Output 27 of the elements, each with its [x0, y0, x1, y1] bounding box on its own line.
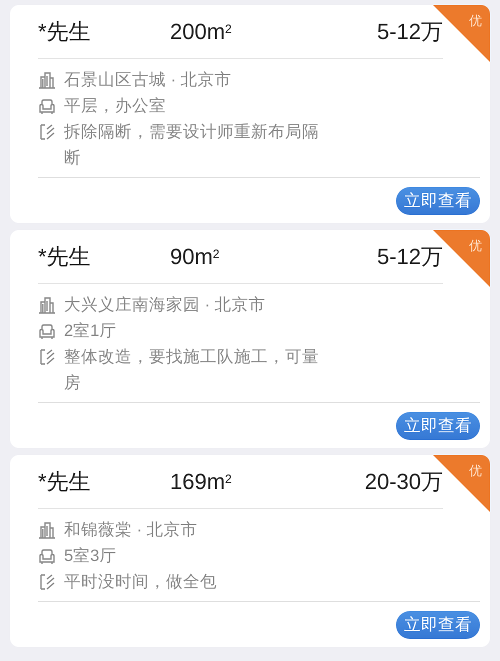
area-text: 200m$^{2}$ [170, 18, 233, 46]
sofa-icon [38, 97, 56, 115]
sofa-icon [38, 547, 56, 565]
location-text: 和锦薇棠 · 北京市 [64, 520, 198, 541]
location-text: 大兴义庄南海家园 · 北京市 [64, 295, 266, 316]
layout-text: 2室1厅 [64, 321, 116, 342]
sofa-icon [38, 322, 56, 340]
building-icon [38, 71, 56, 89]
note-icon [38, 573, 56, 591]
view-button[interactable]: 立即查看 [396, 412, 480, 440]
note-text: 拆除隔断，需要设计师重新布局隔断 [64, 122, 320, 169]
layout-text: 平层，办公室 [64, 96, 166, 117]
note-text: 平时没时间，做全包 [64, 572, 217, 593]
customer-name: *先生 [38, 468, 92, 496]
note-text: 整体改造，要找施工队施工，可量房 [64, 347, 320, 394]
area-text: 90m$^{2}$ [170, 243, 221, 271]
note-icon [38, 348, 56, 366]
building-icon [38, 521, 56, 539]
layout-text: 5室3厅 [64, 546, 116, 567]
area-text: 169m$^{2}$ [170, 468, 233, 496]
customer-name: *先生 [38, 243, 92, 271]
location-text: 石景山区古城 · 北京市 [64, 70, 232, 91]
customer-name: *先生 [38, 18, 92, 46]
view-button[interactable]: 立即查看 [396, 611, 480, 639]
building-icon [38, 296, 56, 314]
view-button[interactable]: 立即查看 [396, 187, 480, 215]
note-icon [38, 123, 56, 141]
